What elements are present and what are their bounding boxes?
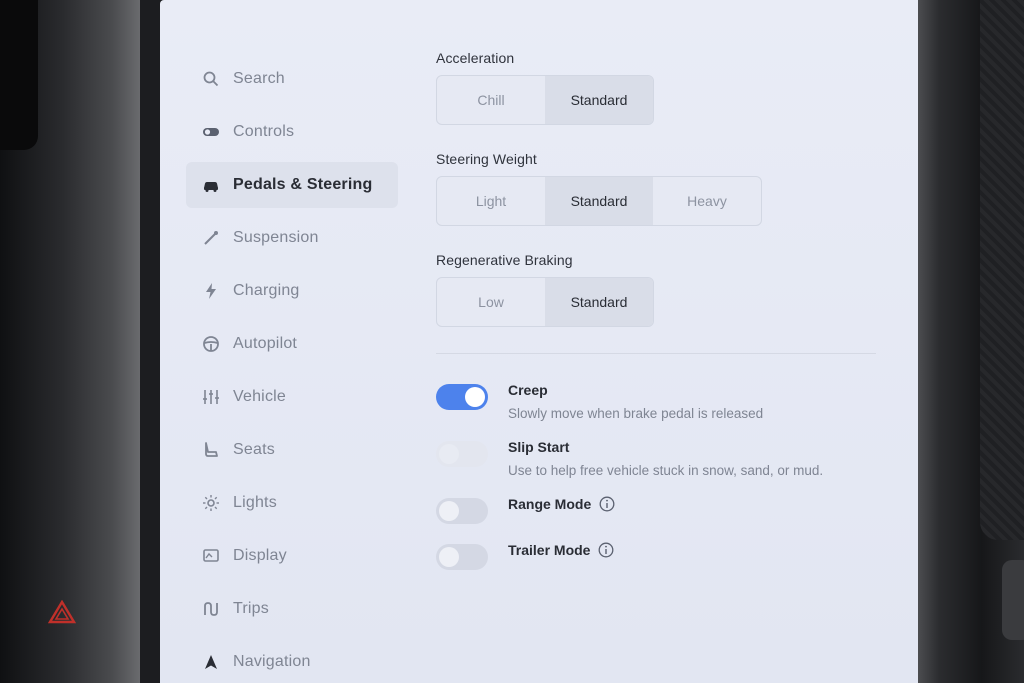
toggle-knob: [465, 387, 485, 407]
slip-start-setting: Slip Start Use to help free vehicle stuc…: [436, 439, 886, 478]
sidebar-item-display[interactable]: Display: [186, 533, 398, 579]
sidebar-item-label: Lights: [233, 494, 277, 511]
route-icon: [200, 598, 222, 620]
sidebar-item-label: Seats: [233, 441, 275, 458]
sidebar-item-label: Trips: [233, 600, 269, 617]
sidebar-item-autopilot[interactable]: Autopilot: [186, 321, 398, 367]
sidebar-item-trips[interactable]: Trips: [186, 586, 398, 632]
search-icon: [200, 68, 222, 90]
sidebar-item-search[interactable]: Search: [186, 56, 398, 102]
slip-start-toggle[interactable]: [436, 441, 488, 467]
car-icon: [200, 174, 222, 196]
sidebar-item-controls[interactable]: Controls: [186, 109, 398, 155]
sun-icon: [200, 492, 222, 514]
sidebar-item-label: Suspension: [233, 229, 319, 246]
door-handle: [1002, 560, 1024, 640]
sidebar-item-label: Autopilot: [233, 335, 298, 352]
seat-icon: [200, 439, 222, 461]
sidebar-item-label: Pedals & Steering: [233, 176, 373, 193]
acceleration-label: Acceleration: [436, 50, 515, 66]
toggle-knob: [439, 444, 459, 464]
hazard-icon[interactable]: [48, 600, 76, 624]
regen-braking-option-low[interactable]: Low: [437, 278, 545, 326]
sliders-icon: [200, 386, 222, 408]
sidebar-item-navigation[interactable]: Navigation: [186, 639, 398, 683]
slip-start-description: Use to help free vehicle stuck in snow, …: [508, 463, 824, 478]
range-mode-title: Range Mode: [508, 496, 592, 512]
regen-braking-selector: Low Standard: [436, 277, 654, 327]
info-icon[interactable]: [598, 542, 614, 558]
sidebar-item-seats[interactable]: Seats: [186, 427, 398, 473]
trailer-mode-title: Trailer Mode: [508, 542, 591, 558]
air-vent: [0, 0, 38, 150]
steering-weight-label: Steering Weight: [436, 151, 537, 167]
sidebar-item-label: Search: [233, 70, 285, 87]
lightning-icon: [200, 280, 222, 302]
creep-toggle[interactable]: [436, 384, 488, 410]
steering-weight-option-light[interactable]: Light: [437, 177, 545, 225]
navigation-arrow-icon: [200, 651, 222, 673]
toggle-knob: [439, 547, 459, 567]
sidebar-item-label: Navigation: [233, 653, 311, 670]
steering-weight-option-standard[interactable]: Standard: [545, 177, 653, 225]
sidebar-item-label: Charging: [233, 282, 300, 299]
steering-weight-selector: Light Standard Heavy: [436, 176, 762, 226]
section-divider: [436, 353, 876, 354]
suspension-icon: [200, 227, 222, 249]
info-icon[interactable]: [599, 496, 615, 512]
carbon-panel: [980, 0, 1024, 540]
display-icon: [200, 545, 222, 567]
creep-title: Creep: [508, 382, 548, 398]
sidebar-item-suspension[interactable]: Suspension: [186, 215, 398, 261]
toggle-icon: [200, 121, 222, 143]
left-bezel: [0, 0, 140, 683]
trailer-mode-toggle[interactable]: [436, 544, 488, 570]
sidebar-item-vehicle[interactable]: Vehicle: [186, 374, 398, 420]
creep-setting: Creep Slowly move when brake pedal is re…: [436, 382, 886, 421]
toggle-knob: [439, 501, 459, 521]
right-bezel: [918, 0, 1024, 683]
creep-description: Slowly move when brake pedal is released: [508, 406, 764, 421]
trailer-mode-setting: Trailer Mode: [436, 542, 886, 570]
steering-weight-option-heavy[interactable]: Heavy: [653, 177, 761, 225]
acceleration-selector: Chill Standard: [436, 75, 654, 125]
acceleration-option-chill[interactable]: Chill: [437, 76, 545, 124]
settings-panel: Acceleration Chill Standard Steering Wei…: [436, 50, 886, 588]
range-mode-setting: Range Mode: [436, 496, 886, 524]
steering-wheel-icon: [200, 333, 222, 355]
sidebar-item-charging[interactable]: Charging: [186, 268, 398, 314]
sidebar-item-label: Display: [233, 547, 287, 564]
sidebar-item-pedals-steering[interactable]: Pedals & Steering: [186, 162, 398, 208]
range-mode-toggle[interactable]: [436, 498, 488, 524]
regen-braking-option-standard[interactable]: Standard: [545, 278, 653, 326]
regen-braking-label: Regenerative Braking: [436, 252, 573, 268]
acceleration-option-standard[interactable]: Standard: [545, 76, 653, 124]
slip-start-title: Slip Start: [508, 439, 570, 455]
settings-sidebar: Search Controls Pedals & Steering Suspen…: [186, 56, 398, 683]
touchscreen: Search Controls Pedals & Steering Suspen…: [160, 0, 918, 683]
sidebar-item-lights[interactable]: Lights: [186, 480, 398, 526]
sidebar-item-label: Vehicle: [233, 388, 286, 405]
sidebar-item-label: Controls: [233, 123, 295, 140]
